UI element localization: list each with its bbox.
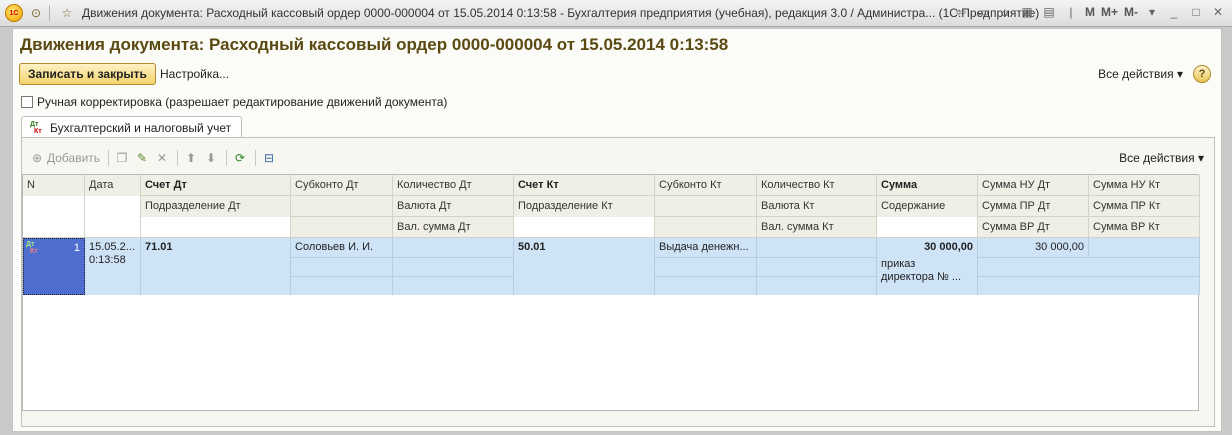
maximize-icon[interactable]: □ [1188, 4, 1204, 20]
separator [255, 150, 257, 166]
memory-m-minus-button[interactable]: M- [1124, 5, 1138, 19]
dt-kt-icon: Дт Кт [26, 241, 38, 255]
column-header-date[interactable]: Дата [85, 175, 141, 238]
calendar-icon[interactable]: ▤ [1041, 4, 1057, 20]
header-row-1: N Дата Счет Дт Субконто Дт Количество Дт… [23, 175, 1200, 238]
cell-sum-nu-dt: 30 000,00 [978, 238, 1089, 257]
arrow-up-icon: ⬆ [186, 151, 197, 165]
cell-sum-nu-kt [1089, 238, 1200, 295]
separator [226, 150, 228, 166]
refresh-button[interactable]: ⟳ [233, 151, 247, 165]
add-button[interactable]: ⊕ Добавить [30, 151, 100, 165]
delete-button[interactable]: ✕ [155, 151, 169, 165]
separator: | [1069, 5, 1073, 19]
save-and-close-button[interactable]: Записать и закрыть [19, 63, 156, 85]
column-header-empty [655, 196, 757, 217]
copy-icon: ❐ [116, 151, 128, 165]
column-header-account-kt[interactable]: Счет Кт [514, 175, 655, 196]
help-button[interactable]: ? [1193, 65, 1211, 83]
favorite-star-icon[interactable]: ☆ [58, 4, 76, 22]
chevron-down-icon: ▾ [1176, 67, 1183, 81]
column-header-subconto-kt[interactable]: Субконто Кт [655, 175, 757, 196]
minimize-icon[interactable]: _ [1166, 4, 1182, 20]
column-header-sum-nu-kt[interactable]: Сумма НУ Кт [1089, 175, 1200, 196]
header-row-3: Вал. сумма Дт Вал. сумма Кт Сумма ВР Дт … [291, 217, 1200, 238]
menu-dropdown-icon[interactable]: ⊙ [27, 4, 45, 22]
move-up-button[interactable]: ⬆ [184, 151, 198, 165]
output-list-icon: ⊟ [264, 151, 275, 165]
column-header-sum-vr-kt[interactable]: Сумма ВР Кт [1089, 217, 1200, 238]
history-arrow-icon[interactable]: ⇦ [953, 4, 969, 20]
window-title: Движения документа: Расходный кассовый о… [82, 6, 1040, 20]
bookmark-icon[interactable]: ⌂ [997, 4, 1013, 20]
column-header-account-dt[interactable]: Счет Дт [141, 175, 291, 196]
tab-panel: ⊕ Добавить ❐ ✎ ✕ ⬆ ⬇ ⟳ ⊟ Все действия ▾ … [21, 137, 1215, 427]
memory-m-plus-button[interactable]: M+ [1101, 5, 1118, 19]
column-header-empty [655, 217, 757, 238]
column-header-currency-dt[interactable]: Валюта Дт [393, 196, 514, 217]
cell-subconto-kt: Выдача денежн... [655, 238, 757, 295]
column-header-quantity-dt[interactable]: Количество Дт [393, 175, 514, 196]
column-header-sum-pr-kt[interactable]: Сумма ПР Кт [1089, 196, 1200, 217]
cell-account-kt: 50.01 [514, 238, 655, 295]
header-row-2: Подразделение Дт Валюта Дт Подразделение… [141, 196, 1200, 238]
save-document-icon[interactable]: ▭ [975, 4, 991, 20]
delete-x-icon: ✕ [157, 151, 168, 165]
settings-button[interactable]: Настройка... [160, 67, 229, 81]
movements-table[interactable]: N Дата Счет Дт Субконто Дт Количество Дт… [22, 174, 1200, 411]
column-header-division-dt[interactable]: Подразделение Дт [141, 196, 291, 238]
column-header-sum[interactable]: Сумма [877, 175, 978, 196]
cell-quantity-kt [757, 238, 877, 295]
close-icon[interactable]: ✕ [1210, 4, 1226, 20]
cell-account-dt: 71.01 [141, 238, 291, 295]
calculator-icon[interactable]: ▦ [1019, 4, 1035, 20]
column-header-currency-kt[interactable]: Валюта Кт [757, 196, 877, 217]
pencil-icon: ✎ [137, 151, 148, 165]
column-header-quantity-kt[interactable]: Количество Кт [757, 175, 877, 196]
cell-quantity-dt [393, 238, 514, 295]
manual-correction-label: Ручная корректировка (разрешает редактир… [37, 95, 448, 109]
grid-all-actions-menu[interactable]: Все действия ▾ [1119, 151, 1204, 165]
column-header-sum-vr-dt[interactable]: Сумма ВР Дт [978, 217, 1089, 238]
cell-row-number[interactable]: Дт Кт 1 [23, 238, 85, 295]
document-movements-window: Движения документа: Расходный кассовый о… [12, 28, 1222, 432]
separator [108, 150, 110, 166]
grid-toolbar: ⊕ Добавить ❐ ✎ ✕ ⬆ ⬇ ⟳ ⊟ [30, 148, 282, 168]
edit-button[interactable]: ✎ [135, 151, 149, 165]
cell-content: приказ директора № ... [881, 258, 962, 283]
column-header-currency-sum-kt[interactable]: Вал. сумма Кт [757, 217, 877, 238]
tab-accounting-tax[interactable]: Дт Кт Бухгалтерский и налоговый учет [21, 116, 243, 138]
arrow-down-icon: ⬇ [206, 151, 217, 165]
separator [177, 150, 179, 166]
add-icon: ⊕ [31, 151, 43, 165]
output-list-button[interactable]: ⊟ [262, 151, 276, 165]
manual-correction-checkbox[interactable] [21, 96, 33, 108]
manual-correction-checkbox-row[interactable]: Ручная корректировка (разрешает редактир… [21, 95, 447, 109]
column-header-subconto-dt[interactable]: Субконто Дт [291, 175, 393, 196]
page-title: Движения документа: Расходный кассовый о… [20, 35, 729, 54]
column-header-sum-pr-dt[interactable]: Сумма ПР Дт [978, 196, 1089, 217]
chevron-down-icon: ▾ [1197, 151, 1204, 165]
title-bar-tools: ⇦ ▭ ⌂ ▦ ▤ | M M+ M- ▾ _ □ ✕ [953, 4, 1226, 20]
1c-logo-icon[interactable]: 1С [5, 4, 23, 22]
memory-m-button[interactable]: M [1085, 5, 1095, 19]
dt-kt-icon: Дт Кт [30, 120, 42, 135]
chevron-down-icon[interactable]: ▾ [1144, 4, 1160, 20]
column-header-currency-sum-dt[interactable]: Вал. сумма Дт [393, 217, 514, 238]
column-header-sum-nu-dt[interactable]: Сумма НУ Дт [978, 175, 1089, 196]
copy-button[interactable]: ❐ [115, 151, 129, 165]
move-down-button[interactable]: ⬇ [204, 151, 218, 165]
separator [49, 5, 50, 21]
cell-date: 15.05.2... 0:13:58 [85, 238, 141, 295]
title-bar: 1С ⊙ ☆ Движения документа: Расходный кас… [0, 0, 1232, 27]
table-row[interactable]: 15.05.2... 0:13:58 71.01 Соловьев И. И. … [23, 238, 1200, 295]
column-header-empty [291, 196, 393, 217]
column-header-n[interactable]: N [23, 175, 85, 238]
cell-sum: 30 000,00 приказ директора № ... [877, 238, 978, 295]
refresh-icon: ⟳ [235, 151, 246, 165]
all-actions-menu[interactable]: Все действия ▾ [1098, 67, 1183, 81]
column-header-empty [291, 217, 393, 238]
cell-subconto-dt: Соловьев И. И. [291, 238, 393, 295]
